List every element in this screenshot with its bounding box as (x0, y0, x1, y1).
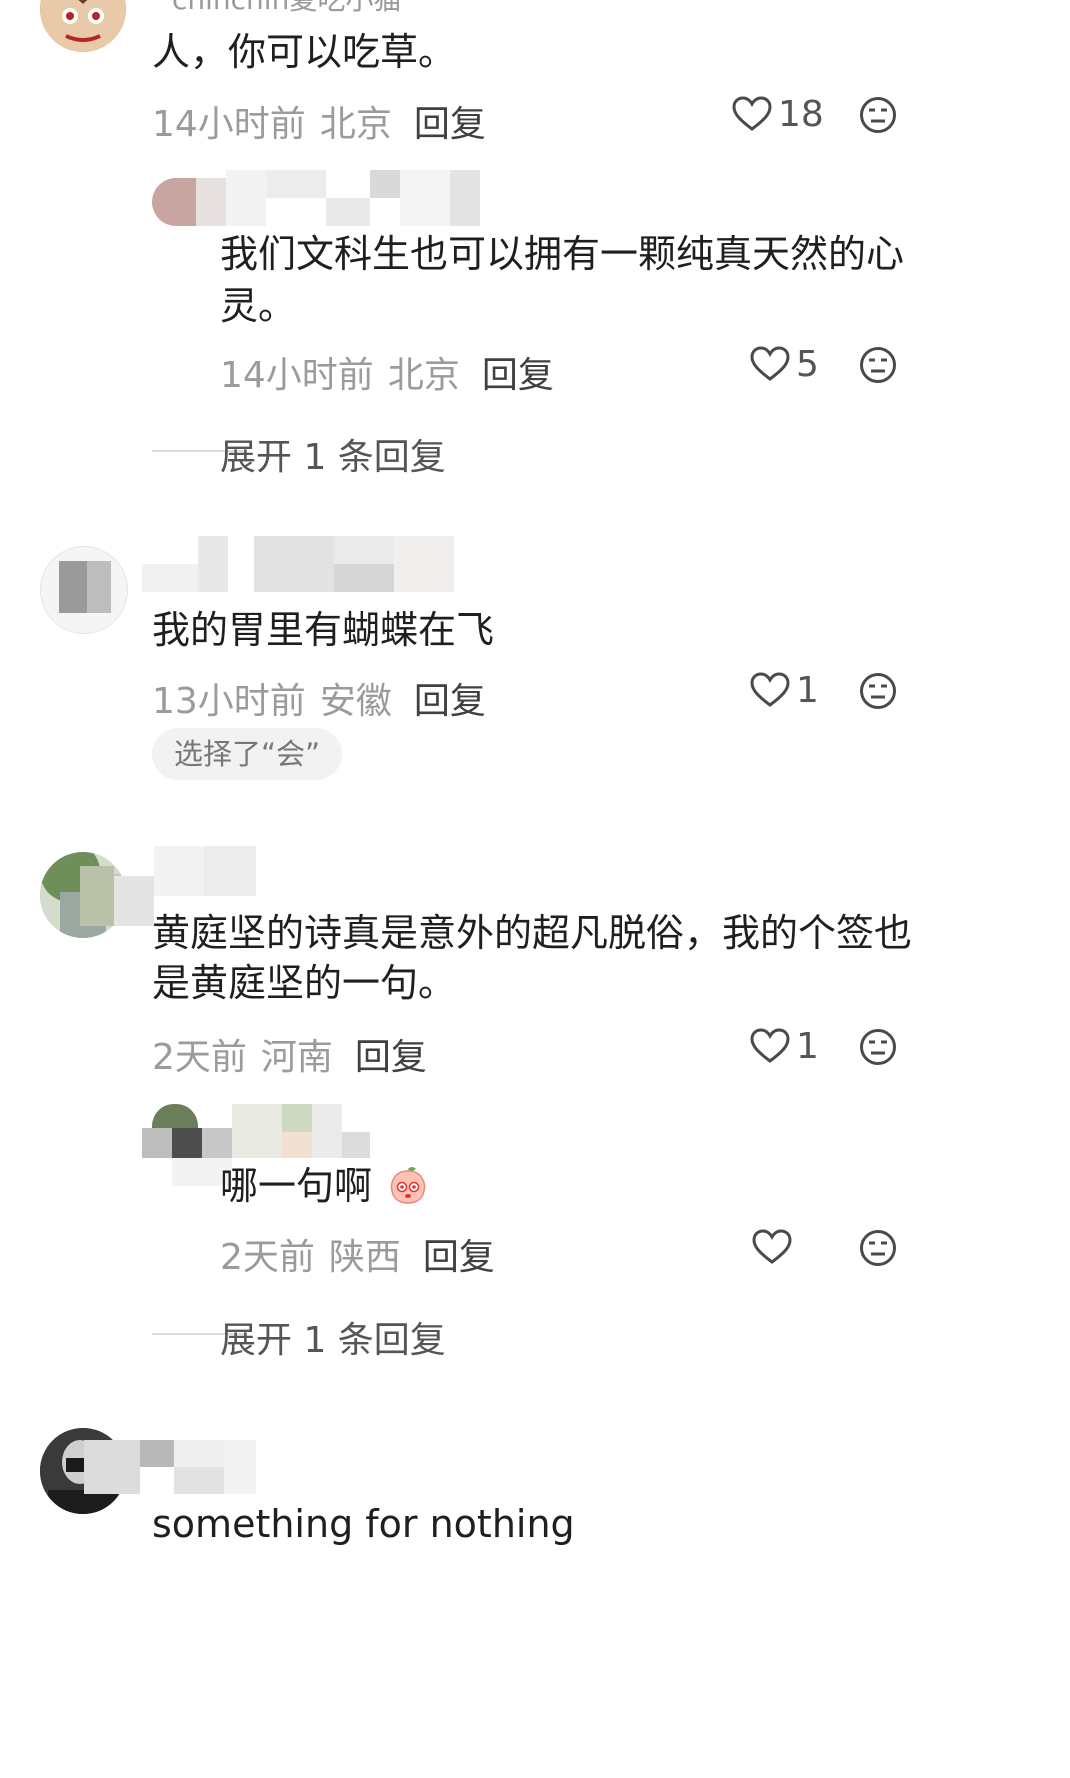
comment-text: 黄庭坚的诗真是意外的超凡脱俗，我的个签也是黄庭坚的一句。 (152, 911, 913, 1005)
like-button[interactable] (750, 346, 790, 382)
reply-button[interactable]: 回复 (355, 1037, 427, 1078)
reply-meta: 2天前 陕西 回复 (220, 1228, 495, 1280)
reply-button[interactable]: 回复 (414, 681, 486, 722)
heart-outline-icon (752, 1229, 792, 1264)
dislike-button[interactable] (859, 96, 897, 134)
heart-outline-icon (732, 96, 772, 131)
expand-replies-button[interactable]: 展开 1 条回复 (220, 1311, 446, 1363)
like-button[interactable] (732, 96, 772, 132)
like-button[interactable] (752, 1229, 792, 1265)
reply-text: 哪一句啊 (220, 1158, 428, 1215)
like-count: 18 (778, 94, 824, 135)
reply-time: 14小时前 (220, 355, 374, 396)
comment-time: 13小时前 (152, 681, 306, 722)
avatar[interactable] (40, 0, 126, 52)
meh-face-icon (860, 1230, 896, 1266)
comment-time: 14小时前 (152, 104, 306, 145)
username-blurred[interactable] (84, 1440, 256, 1494)
peach-emoji-icon (388, 1165, 428, 1205)
comment-location: 河南 (260, 1037, 333, 1078)
dislike-button[interactable] (859, 672, 897, 710)
username-blurred[interactable] (142, 536, 454, 592)
reply-text-content: 哪一句啊 (220, 1164, 373, 1208)
comment-meta: 13小时前 安徽 回复 (152, 672, 486, 724)
dislike-button[interactable] (859, 346, 897, 384)
comment-text: 人，你可以吃草。 (152, 30, 457, 74)
comment-location: 安徽 (319, 681, 392, 722)
comment-meta: 14小时前 北京 回复 (152, 95, 486, 147)
vote-chip[interactable]: 选择了“会” (152, 728, 343, 780)
avatar[interactable] (40, 546, 128, 634)
comment-text: 我的胃里有蝴蝶在飞 (152, 608, 495, 652)
reply-button[interactable]: 回复 (414, 104, 486, 145)
like-count: 1 (796, 1026, 819, 1067)
expand-replies-button[interactable]: 展开 1 条回复 (220, 428, 446, 480)
heart-outline-icon (750, 1028, 790, 1063)
reply-user-blurred[interactable] (152, 170, 482, 228)
meh-face-icon (860, 347, 896, 383)
like-button[interactable] (750, 672, 790, 708)
comment-time: 2天前 (152, 1037, 247, 1078)
comment-meta: 2天前 河南 回复 (152, 1028, 427, 1080)
reply-text: 我们文科生也可以拥有一颗纯真天然的心灵。 (220, 232, 905, 328)
reply-location: 北京 (387, 355, 460, 396)
meh-face-icon (860, 673, 896, 709)
like-button[interactable] (750, 1028, 790, 1064)
comment-location: 北京 (319, 104, 392, 145)
heart-outline-icon (750, 672, 790, 707)
dislike-button[interactable] (859, 1229, 897, 1267)
dislike-button[interactable] (859, 1028, 897, 1066)
like-count: 1 (796, 670, 819, 711)
reply-button[interactable]: 回复 (482, 355, 554, 396)
like-count: 5 (796, 344, 819, 385)
reply-button[interactable]: 回复 (423, 1237, 495, 1278)
comment-text: something for nothing (152, 1502, 575, 1546)
meh-face-icon (860, 1029, 896, 1065)
reply-location: 陕西 (328, 1237, 401, 1278)
heart-outline-icon (750, 346, 790, 381)
meh-face-icon (860, 97, 896, 133)
reply-meta: 14小时前 北京 回复 (220, 346, 554, 398)
reply-time: 2天前 (220, 1237, 315, 1278)
username[interactable]: chinchin夏吃小猫 (172, 0, 401, 18)
